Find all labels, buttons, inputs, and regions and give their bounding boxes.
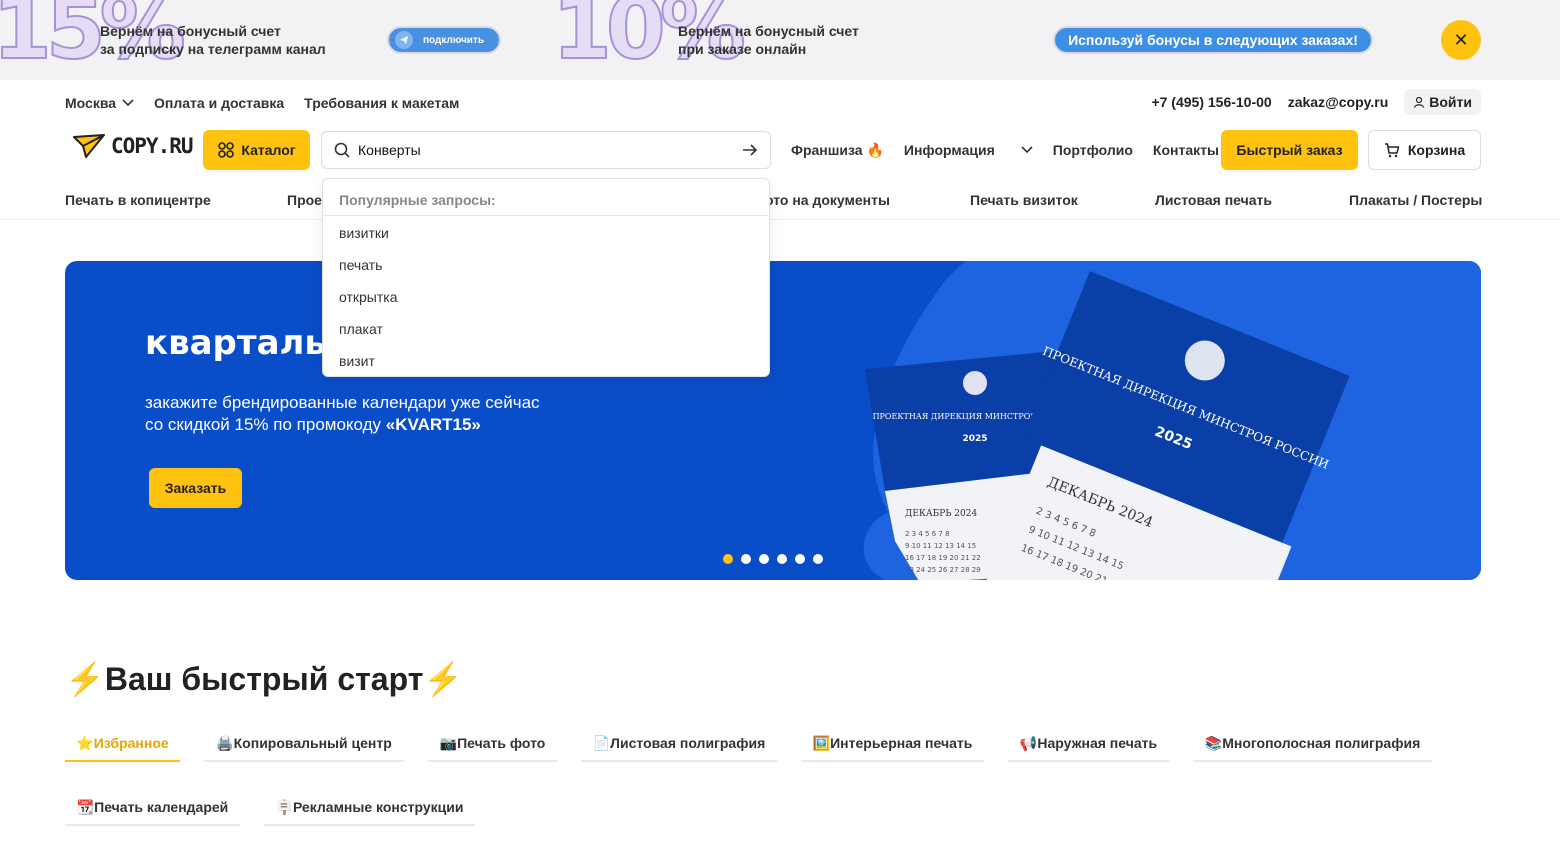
suggestion-item[interactable]: визитки [323,216,769,248]
tab-sheet-printing[interactable]: 📄Листовая полиграфия [581,726,777,762]
promo-code: «KVART15» [385,415,481,434]
tab-interior-print[interactable]: 🖼️Интерьерная печать [801,726,984,762]
carousel-dot[interactable] [777,554,787,564]
login-button[interactable]: Войти [1404,89,1481,115]
site-logo[interactable]: COPY.RU [73,134,194,158]
tab-favorites[interactable]: ⭐Избранное [65,726,180,762]
suggestion-item[interactable]: визит [323,344,769,376]
tab-photo-print[interactable]: 📷Печать фото [428,726,557,762]
email-link[interactable]: zakaz@copy.ru [1288,94,1389,110]
portfolio-link[interactable]: Портфолио [1053,142,1133,158]
category-link[interactable]: Печать визиток [970,192,1078,208]
search-icon [334,142,350,158]
city-selector[interactable]: Москва [65,95,134,111]
search-suggestions-dropdown: Популярные запросы: визитки печать откры… [322,178,770,377]
svg-text:16 17 18 19 20 21 22: 16 17 18 19 20 21 22 [905,554,981,562]
promo-left-text-1: Вернём на бонусный счет [100,23,281,39]
banner-subtitle: закажите брендированные календари уже се… [145,392,540,436]
close-icon: ✕ [1453,29,1469,50]
promo-banner[interactable]: ПРОЕКТНАЯ ДИРЕКЦИЯ МИНСТРОЯ РОССИИ 2025 … [65,261,1481,580]
cart-button[interactable]: Корзина [1368,130,1481,170]
svg-text:23 24 25 26 27 28 29: 23 24 25 26 27 28 29 [905,566,981,574]
cart-label: Корзина [1407,142,1466,158]
category-link[interactable]: Листовая печать [1155,192,1272,208]
chevron-down-icon [122,99,134,107]
tab-copy-center[interactable]: 🖨️Копировальный центр [204,726,404,762]
svg-text:9 10 11 12 13 14 15: 9 10 11 12 13 14 15 [905,542,976,550]
delivery-link[interactable]: Оплата и доставка [154,95,284,111]
category-link[interactable]: Печать в копицентре [65,192,211,208]
grid-icon [218,142,235,158]
catalog-label: Каталог [241,142,296,158]
promo-strip: 15% Вернём на бонусный счет за подписку … [0,0,1560,80]
suggestion-item[interactable]: открытка [323,280,769,312]
banner-order-button[interactable]: Заказать [149,468,242,508]
tab-outdoor-print[interactable]: 📢Наружная печать [1008,726,1169,762]
user-icon [1414,96,1425,108]
category-link[interactable]: Плакаты / Постеры [1349,192,1482,208]
city-label: Москва [65,95,117,111]
phone-link[interactable]: +7 (495) 156-10-00 [1151,94,1271,110]
telegram-icon [395,31,413,49]
promo-mid-text-1: Вернём на бонусный счет [678,23,859,39]
promo-mid-text-2: при заказе онлайн [678,41,807,57]
carousel-dot[interactable] [795,554,805,564]
carousel-dot[interactable] [813,554,823,564]
suggestion-item[interactable]: плакат [323,312,769,344]
paper-plane-logo-icon [73,134,105,158]
banner-line-2: со скидкой 15% по промокоду [145,415,386,434]
contacts-link[interactable]: Контакты [1153,142,1219,158]
catalog-button[interactable]: Каталог [203,130,310,170]
suggestions-heading: Популярные запросы: [323,179,769,216]
top-contacts: +7 (495) 156-10-00 zakaz@copy.ru Войти [1151,89,1481,115]
category-nav: Печать в копицентре Прое ото на документ… [65,192,1482,212]
info-label: Информация [903,142,995,158]
svg-text:2 3 4 5 6 7 8: 2 3 4 5 6 7 8 [905,530,950,538]
carousel-dots [723,554,823,564]
search-input[interactable] [358,142,734,158]
quickstart-title: ⚡Ваш быстрый старт⚡ [65,661,464,697]
tab-multipage-print[interactable]: 📚Многополосная полиграфия [1193,726,1432,762]
carousel-dot[interactable] [741,554,751,564]
category-link[interactable]: ото на документы [765,192,890,208]
chevron-down-icon [1021,146,1033,154]
small-cal-year: 2025 [962,434,987,444]
franchise-link[interactable]: Франшиза 🔥 [791,142,884,159]
header-nav: Франшиза 🔥 Информация Портфолио Контакты [791,130,1239,170]
banner-heading: квартальн [145,323,350,363]
tab-ad-structures[interactable]: 🪧Рекламные конструкции [264,790,475,826]
close-promo-button[interactable]: ✕ [1441,20,1481,60]
banner-line-1: закажите брендированные календари уже се… [145,393,540,412]
carousel-dot[interactable] [759,554,769,564]
carousel-dot[interactable] [723,554,733,564]
calendar-illustration: ПРОЕКТНАЯ ДИРЕКЦИЯ МИНСТРОЯ РОССИИ 2025 … [863,261,1481,580]
info-menu[interactable]: Информация [904,142,1033,158]
cart-icon [1384,143,1400,158]
telegram-connect-label: подключить [423,34,485,46]
promo-left-text-2: за подписку на телеграмм канал [100,41,326,57]
requirements-link[interactable]: Требования к макетам [304,95,459,111]
small-cal-month: ДЕКАБРЬ 2024 [905,509,977,519]
category-link[interactable]: Прое [287,192,322,208]
tab-calendar-print[interactable]: 📆Печать календарей [65,790,240,826]
fast-order-button[interactable]: Быстрый заказ [1221,130,1358,170]
logo-text: COPY.RU [111,134,194,158]
arrow-right-icon[interactable] [742,143,758,157]
search-box [321,131,771,169]
telegram-connect-button[interactable]: подключить [387,26,501,54]
use-bonus-button[interactable]: Используй бонусы в следующих заказах! [1053,26,1373,54]
header: COPY.RU Каталог Франшиза 🔥 Информация По… [65,130,1481,170]
header-divider [0,219,1560,220]
suggestion-item[interactable]: печать [323,248,769,280]
login-label: Войти [1429,94,1472,110]
